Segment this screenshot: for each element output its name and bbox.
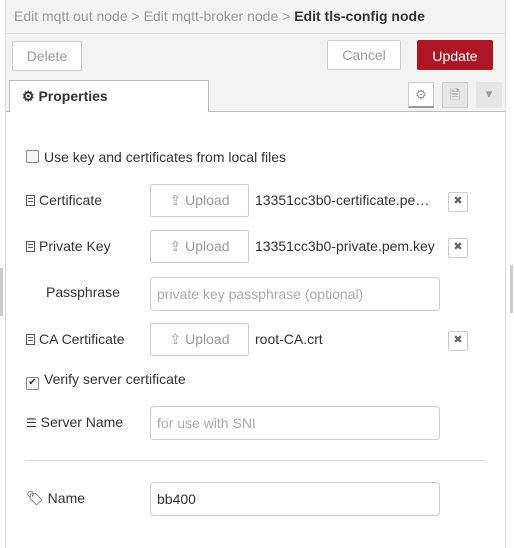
gear-icon: ⚙ <box>22 88 35 104</box>
scrollbar[interactable] <box>510 265 513 313</box>
chevron-down-icon[interactable]: ▾ <box>476 82 502 108</box>
breadcrumb-sep: > <box>282 8 291 24</box>
cancel-button[interactable]: Cancel <box>327 40 401 70</box>
checkbox[interactable] <box>26 150 39 163</box>
certificate-filename: 13351cc3b0-certificate.pem.crt <box>255 192 433 208</box>
tag-icon: 🏷 <box>26 490 44 506</box>
server-name-label: ☰ Server Name <box>26 405 123 439</box>
file-icon <box>26 195 35 206</box>
ca-filename: root-CA.crt <box>255 331 323 347</box>
edit-dialog: Edit mqtt out node > Edit mqtt-broker no… <box>5 0 506 548</box>
server-icon: ☰ <box>26 416 37 430</box>
file-icon <box>26 334 35 345</box>
verify-server-checkbox[interactable]: ✔ Verify server certificate <box>26 362 186 396</box>
checkbox-checked[interactable]: ✔ <box>26 377 39 390</box>
checkbox-label: Use key and certificates from local file… <box>44 149 286 165</box>
upload-icon: ⇪ <box>169 192 182 208</box>
passphrase-input[interactable] <box>150 277 440 311</box>
label-text: Name <box>47 490 86 506</box>
clear-private-key-button[interactable]: ✖ <box>448 238 468 258</box>
ca-certificate-label: CA Certificate <box>26 322 125 356</box>
breadcrumb-item[interactable]: Edit mqtt out node <box>14 8 128 24</box>
file-icon <box>26 241 35 252</box>
clear-ca-button[interactable]: ✖ <box>448 331 468 351</box>
button-bar: Delete Cancel Update <box>6 34 505 79</box>
upload-label: Upload <box>185 331 230 347</box>
name-label: 🏷 Name <box>26 481 85 515</box>
label-text: CA Certificate <box>39 331 125 347</box>
label-text: Server Name <box>40 414 124 430</box>
checkbox-label: Verify server certificate <box>44 371 186 387</box>
breadcrumb-item[interactable]: Edit mqtt-broker node <box>144 8 279 24</box>
private-key-upload-button[interactable]: ⇪ Upload <box>150 230 249 263</box>
name-input[interactable] <box>150 482 440 516</box>
certificate-upload-button[interactable]: ⇪ Upload <box>150 184 249 217</box>
use-local-files-checkbox[interactable]: Use key and certificates from local file… <box>26 140 286 174</box>
label-text: Private Key <box>39 238 111 254</box>
delete-button[interactable]: Delete <box>12 41 82 71</box>
divider <box>25 460 486 461</box>
breadcrumb: Edit mqtt out node > Edit mqtt-broker no… <box>6 0 505 34</box>
private-key-filename: 13351cc3b0-private.pem.key <box>255 238 435 254</box>
upload-label: Upload <box>185 192 230 208</box>
description-button[interactable]: 🗎 <box>442 82 468 108</box>
tab-properties[interactable]: ⚙ Properties <box>9 80 209 112</box>
upload-label: Upload <box>185 238 230 254</box>
breadcrumb-sep: > <box>131 8 140 24</box>
server-name-input[interactable] <box>150 406 440 440</box>
tab-bar: ⚙ Properties ⚙ 🗎 ▾ <box>6 78 505 112</box>
certificate-label: Certificate <box>26 183 102 217</box>
ca-upload-button[interactable]: ⇪ Upload <box>150 323 249 356</box>
label-text: Certificate <box>39 192 103 208</box>
upload-icon: ⇪ <box>169 331 182 347</box>
tab-label: Properties <box>38 88 108 104</box>
update-button[interactable]: Update <box>417 40 493 70</box>
upload-icon: ⇪ <box>169 238 182 254</box>
private-key-label: Private Key <box>26 229 111 263</box>
settings-gear-button[interactable]: ⚙ <box>408 82 434 108</box>
scrollbar[interactable] <box>0 268 3 316</box>
clear-certificate-button[interactable]: ✖ <box>448 192 468 212</box>
passphrase-label: Passphrase <box>46 284 120 300</box>
breadcrumb-current: Edit tls-config node <box>294 8 425 24</box>
